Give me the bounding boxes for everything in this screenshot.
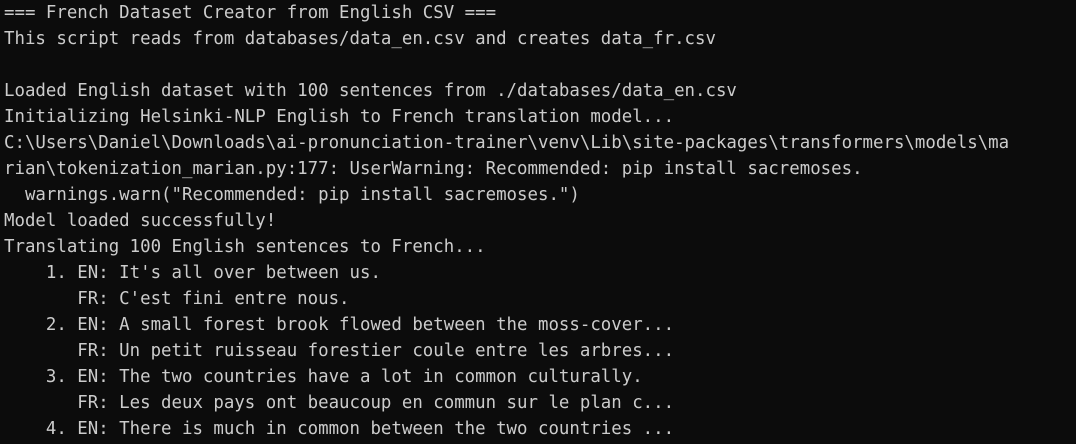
terminal-line-warning-message: rian\tokenization_marian.py:177: UserWar… (4, 159, 863, 179)
terminal-line-warning-path: C:\Users\Daniel\Downloads\ai-pronunciati… (4, 133, 1010, 153)
translation-2-fr: FR: Un petit ruisseau forestier coule en… (4, 341, 675, 361)
terminal-line-initializing-model: Initializing Helsinki-NLP English to Fre… (4, 107, 675, 127)
terminal-line-warning-call: warnings.warn("Recommended: pip install … (4, 185, 580, 205)
translation-1-en: 1. EN: It's all over between us. (4, 263, 381, 283)
terminal-output[interactable]: === French Dataset Creator from English … (0, 0, 1076, 444)
translation-1-fr: FR: C'est fini entre nous. (4, 289, 350, 309)
terminal-line-loaded-dataset: Loaded English dataset with 100 sentence… (4, 81, 737, 101)
translation-3-fr: FR: Les deux pays ont beaucoup en commun… (4, 393, 675, 413)
translation-3-en: 3. EN: The two countries have a lot in c… (4, 367, 643, 387)
terminal-line-header: === French Dataset Creator from English … (4, 3, 497, 23)
terminal-line-description: This script reads from databases/data_en… (4, 29, 716, 49)
translation-2-en: 2. EN: A small forest brook flowed betwe… (4, 315, 675, 335)
terminal-line-model-loaded: Model loaded successfully! (4, 211, 277, 231)
translation-4-en: 4. EN: There is much in common between t… (4, 419, 675, 439)
terminal-line-translating: Translating 100 English sentences to Fre… (4, 237, 486, 257)
